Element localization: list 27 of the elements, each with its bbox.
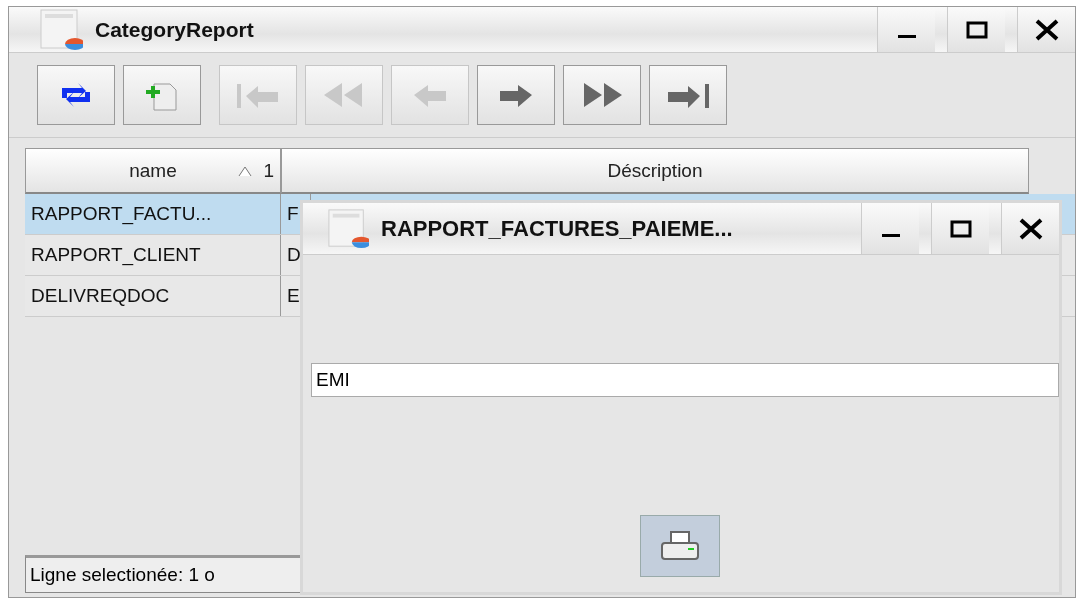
next-button[interactable]	[477, 65, 555, 125]
forward-button[interactable]	[563, 65, 641, 125]
close-icon	[1033, 17, 1060, 42]
close-icon	[1017, 216, 1044, 241]
maximize-button[interactable]	[947, 7, 1005, 52]
close-button[interactable]	[1017, 7, 1075, 52]
last-button[interactable]	[649, 65, 727, 125]
add-button[interactable]	[123, 65, 201, 125]
table-cell: RAPPORT_CLIENT	[25, 235, 281, 275]
maximize-button[interactable]	[931, 203, 989, 254]
sort-icon	[238, 164, 252, 177]
close-button[interactable]	[1001, 203, 1059, 254]
printer-icon	[659, 529, 701, 563]
table-cell: DELIVREQDOC	[25, 276, 281, 316]
print-button[interactable]	[640, 515, 720, 577]
table-cell: RAPPORT_FACTU...	[25, 194, 281, 234]
minimize-icon	[881, 234, 900, 237]
minimize-icon	[897, 35, 916, 38]
report-icon	[327, 207, 369, 250]
sort-order: 1	[263, 159, 274, 182]
dialog-title: RAPPORT_FACTURES_PAIEME...	[381, 215, 734, 242]
window-title: CategoryReport	[95, 17, 255, 42]
column-header[interactable]: Déscription	[281, 148, 1029, 194]
input-field[interactable]: EMI	[311, 363, 1059, 397]
minimize-button[interactable]	[877, 7, 935, 52]
column-header[interactable]: name 1	[25, 148, 281, 194]
refresh-button[interactable]	[37, 65, 115, 125]
